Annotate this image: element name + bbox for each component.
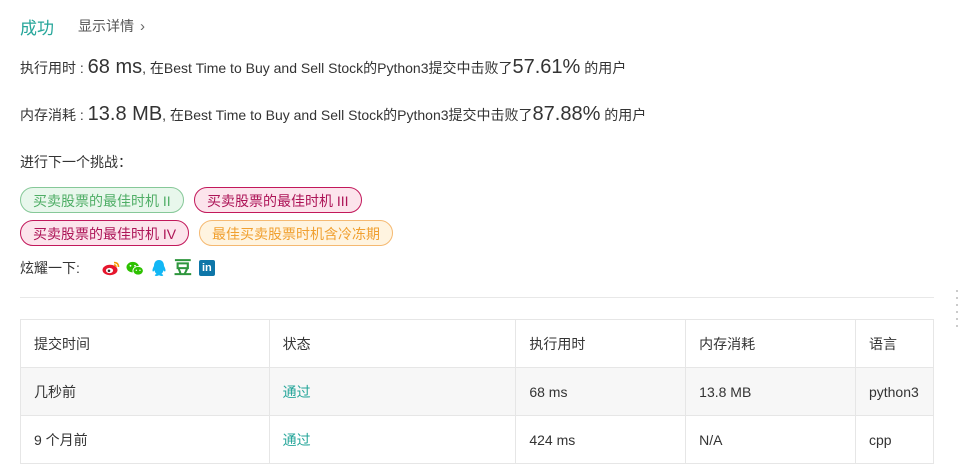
memory-suffix: 的用户 — [600, 107, 647, 123]
table-header-row: 提交时间 状态 执行用时 内存消耗 语言 — [20, 319, 935, 368]
header-status: 状态 — [268, 319, 517, 368]
linkedin-glyph: in — [198, 260, 215, 276]
runtime-label: 执行用时 : — [20, 60, 88, 76]
memory-label: 内存消耗 : — [20, 107, 88, 123]
cell-language: python3 — [854, 367, 935, 416]
wechat-icon[interactable] — [126, 259, 144, 277]
share-label: 炫耀一下: — [20, 260, 80, 276]
table-row: 9 个月前 通过 424 ms N/A cpp — [20, 415, 935, 464]
header-runtime: 执行用时 — [515, 319, 687, 368]
cell-status: 通过 — [268, 367, 517, 416]
weibo-icon[interactable] — [102, 259, 120, 277]
chevron-right-icon: › — [140, 17, 145, 35]
header-submit-time: 提交时间 — [20, 319, 270, 368]
next-challenge-label: 进行下一个挑战： — [20, 154, 132, 170]
result-status: 成功 — [20, 18, 54, 38]
status-row: 成功 显示详情 › — [20, 14, 145, 38]
douban-glyph: 豆 — [173, 258, 192, 278]
status-link[interactable]: 通过 — [283, 384, 311, 400]
linkedin-icon[interactable]: in — [198, 259, 216, 277]
challenge-tag-cooldown[interactable]: 最佳买卖股票时机含冷冻期 — [199, 220, 393, 246]
cell-runtime: 68 ms — [515, 367, 687, 416]
douban-icon[interactable]: 豆 — [174, 259, 192, 277]
cell-language: cpp — [854, 415, 935, 464]
show-details-link[interactable]: 显示详情 › — [78, 16, 145, 36]
share-icons: 豆 in — [102, 259, 216, 277]
memory-percent: 87.88% — [532, 103, 601, 125]
share-row: 炫耀一下: 豆 in — [20, 258, 216, 278]
memory-value: 13.8 MB — [87, 103, 163, 125]
challenge-tag-stock-ii[interactable]: 买卖股票的最佳时机 II — [20, 187, 184, 213]
cell-status: 通过 — [268, 415, 517, 464]
runtime-percent: 57.61% — [512, 56, 581, 78]
qq-icon[interactable] — [150, 259, 168, 277]
runtime-description: , 在Best Time to Buy and Sell Stock的Pytho… — [142, 60, 513, 76]
cell-memory: N/A — [685, 415, 856, 464]
challenge-tag-stock-iii[interactable]: 买卖股票的最佳时机 III — [194, 187, 362, 213]
scroll-handle[interactable] — [956, 290, 960, 327]
cell-runtime: 424 ms — [515, 415, 687, 464]
runtime-suffix: 的用户 — [580, 60, 627, 76]
runtime-stat: 执行用时 : 68 ms, 在Best Time to Buy and Sell… — [20, 56, 626, 79]
show-details-label: 显示详情 — [78, 18, 134, 34]
runtime-value: 68 ms — [87, 56, 143, 78]
cell-submit-time: 9 个月前 — [20, 415, 270, 464]
challenge-tag-stock-iv[interactable]: 买卖股票的最佳时机 IV — [20, 220, 190, 246]
cell-submit-time: 几秒前 — [20, 367, 270, 416]
status-link[interactable]: 通过 — [283, 432, 311, 448]
header-memory: 内存消耗 — [685, 319, 856, 368]
submissions-table: 提交时间 状态 执行用时 内存消耗 语言 几秒前 通过 68 ms 13.8 M… — [20, 319, 935, 464]
table-row: 几秒前 通过 68 ms 13.8 MB python3 — [20, 367, 935, 416]
cell-memory: 13.8 MB — [685, 367, 856, 416]
divider — [20, 297, 934, 298]
header-language: 语言 — [854, 319, 935, 368]
memory-description: , 在Best Time to Buy and Sell Stock的Pytho… — [162, 107, 533, 123]
memory-stat: 内存消耗 : 13.8 MB, 在Best Time to Buy and Se… — [20, 103, 646, 126]
